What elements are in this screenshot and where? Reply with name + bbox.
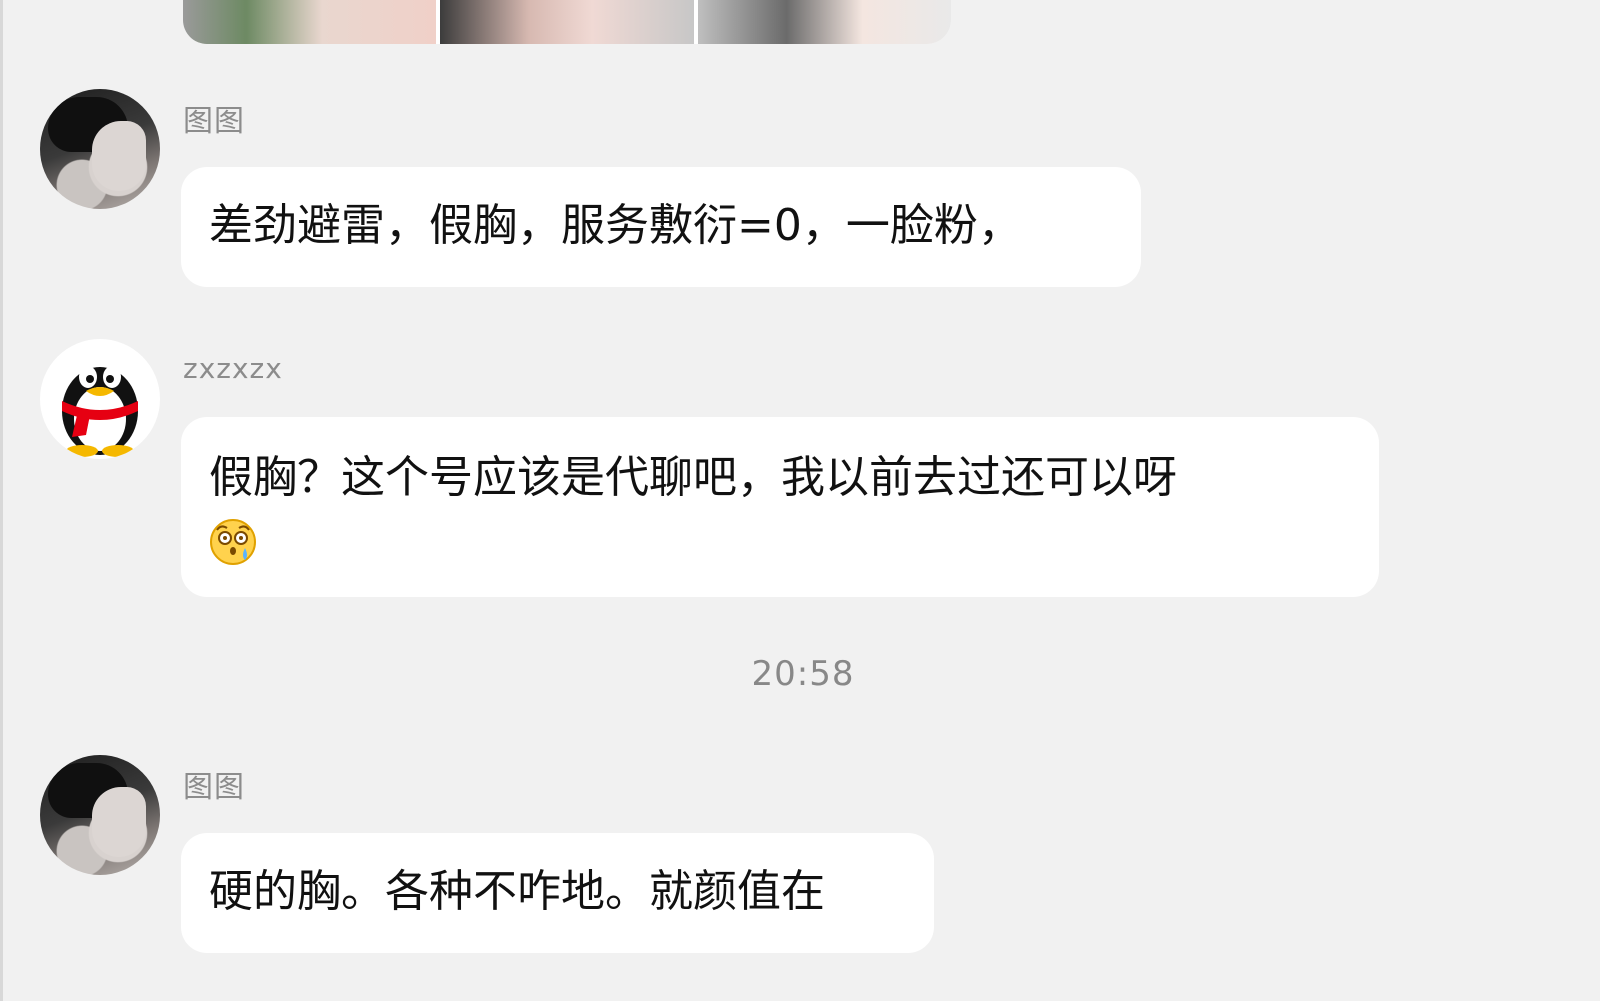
qq-penguin-icon: [62, 366, 138, 457]
sender-name: zxzxzx: [183, 352, 283, 385]
sender-name: 图图: [183, 104, 245, 139]
message-bubble[interactable]: 差劲避雷，假胸，服务敷衍=0，一脸粉，: [181, 167, 1141, 287]
anime-boy-avatar[interactable]: [40, 89, 160, 209]
avatar-face: [92, 787, 146, 857]
message-bubble[interactable]: 硬的胸。各种不咋地。就颜值在: [181, 833, 934, 953]
photo-thumbnail[interactable]: [183, 0, 437, 44]
photo-thumbnail[interactable]: [697, 0, 951, 44]
message-text: 差劲避雷，假胸，服务敷衍=0，一脸粉，: [209, 200, 1022, 251]
message-bubble[interactable]: 假胸？这个号应该是代聊吧，我以前去过还可以呀: [181, 417, 1379, 597]
shared-image-strip[interactable]: [183, 0, 951, 44]
emoji-row: [209, 509, 1351, 565]
message-timestamp: 20:58: [751, 654, 855, 694]
shocked-sweat-emoji-icon: [210, 519, 256, 565]
avatar-face: [92, 121, 146, 191]
chat-area: 图图 差劲避雷，假胸，服务敷衍=0，一脸粉， zxzxzx 假胸？这个号应该是代…: [0, 0, 1600, 1001]
sender-name: 图图: [183, 770, 245, 805]
qq-penguin-avatar[interactable]: [40, 339, 160, 459]
anime-boy-avatar[interactable]: [40, 755, 160, 875]
message-text: 硬的胸。各种不咋地。就颜值在: [209, 866, 825, 917]
photo-thumbnail[interactable]: [440, 0, 694, 44]
message-text: 假胸？这个号应该是代聊吧，我以前去过还可以呀: [209, 452, 1177, 503]
